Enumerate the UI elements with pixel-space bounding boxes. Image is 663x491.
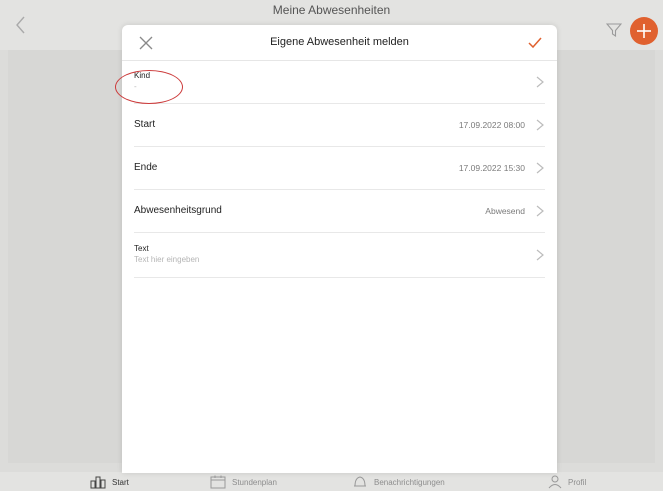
chevron-right-icon — [536, 205, 544, 217]
row-abwesenheitsgrund-value: Abwesend — [485, 206, 525, 216]
home-icon — [90, 476, 106, 489]
add-button[interactable] — [630, 17, 658, 45]
row-ende[interactable]: Ende 17.09.2022 15:30 — [122, 147, 557, 190]
row-ende-value: 17.09.2022 15:30 — [458, 163, 525, 173]
tab-stundenplan-label: Stundenplan — [232, 477, 277, 487]
row-start-label: Start — [134, 119, 156, 130]
chevron-right-icon — [536, 249, 544, 261]
modal-title: Eigene Abwesenheit melden — [270, 36, 409, 48]
absence-modal: Eigene Abwesenheit melden Kind - Start 1… — [122, 25, 557, 473]
tab-start[interactable]: Start — [90, 474, 129, 490]
tab-profil[interactable]: Profil — [548, 474, 586, 490]
calendar-icon — [210, 475, 226, 489]
text-input-placeholder[interactable]: Text hier eingeben — [134, 255, 199, 264]
checkmark-icon[interactable] — [528, 36, 542, 49]
bell-icon — [354, 476, 366, 487]
tab-stundenplan[interactable]: Stundenplan — [210, 474, 277, 490]
row-kind[interactable]: Kind - — [122, 61, 557, 104]
tab-profil-label: Profil — [568, 477, 587, 487]
chevron-right-icon — [536, 119, 544, 131]
tab-benachrichtigungen-label: Benachrichtigungen — [374, 477, 445, 487]
row-kind-label: Kind — [134, 71, 151, 80]
background-title: Meine Abwesenheiten — [272, 3, 391, 17]
row-start[interactable]: Start 17.09.2022 08:00 — [122, 104, 557, 147]
chevron-right-icon — [536, 162, 544, 174]
row-start-value: 17.09.2022 08:00 — [458, 120, 525, 130]
row-kind-value: - — [134, 82, 137, 91]
person-icon — [548, 475, 562, 489]
row-text-label: Text — [134, 244, 149, 253]
row-abwesenheitsgrund[interactable]: Abwesenheitsgrund Abwesend — [122, 190, 557, 233]
row-abwesenheitsgrund-label: Abwesenheitsgrund — [134, 205, 222, 216]
filter-icon[interactable] — [605, 22, 623, 38]
plus-icon — [637, 24, 651, 38]
row-text[interactable]: Text Text hier eingeben — [122, 233, 557, 278]
modal-header: Eigene Abwesenheit melden — [122, 25, 557, 61]
chevron-right-icon — [536, 76, 544, 88]
tab-start-label: Start — [112, 477, 129, 487]
row-ende-label: Ende — [134, 162, 158, 173]
back-icon[interactable] — [14, 14, 28, 36]
tab-benachrichtigungen[interactable]: Benachrichtigungen — [352, 474, 445, 490]
